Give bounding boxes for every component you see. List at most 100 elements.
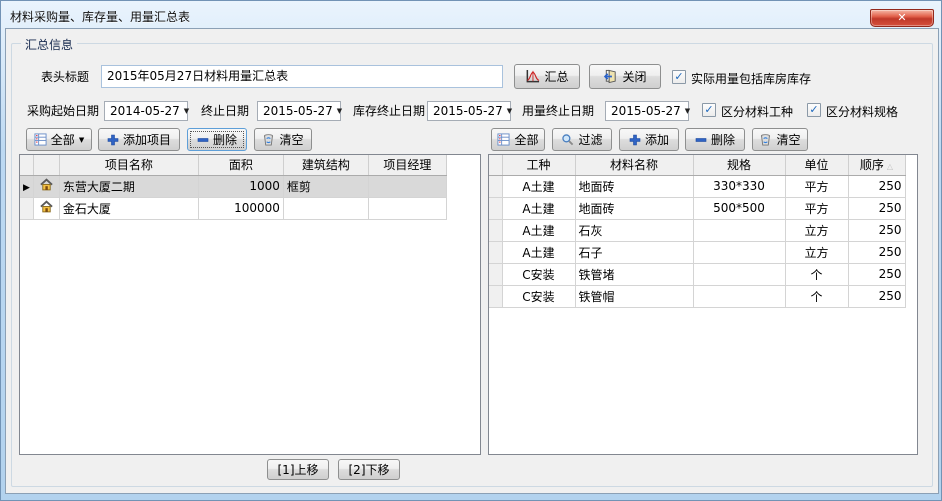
summarize-button[interactable]: 汇总 [514,64,580,89]
cell-unit[interactable]: 个 [785,285,848,307]
grid-icon [34,133,47,146]
column-header-order[interactable]: 顺序△ [848,155,905,175]
cell-order[interactable]: 250 [848,263,905,285]
add-project-label: 添加项目 [123,131,171,148]
column-header-structure[interactable]: 建筑结构 [283,155,368,175]
clear-materials-button[interactable]: 清空 [752,128,808,151]
materials-all-label: 全部 [514,131,538,148]
cell-material-name[interactable]: 铁管堵 [575,263,693,285]
stock-end-value: 2015-05-27 [433,104,503,118]
stock-end-combobox[interactable]: 2015-05-27 ▼ [427,101,511,121]
close-icon: ✕ [897,11,906,24]
column-header-material-name[interactable]: 材料名称 [575,155,693,175]
cell-order[interactable]: 250 [848,285,905,307]
header-title-input[interactable]: 2015年05月27日材料用量汇总表 [101,65,503,88]
add-material-button[interactable]: 添加 [619,128,679,151]
cell-spec[interactable] [693,241,785,263]
cell-spec[interactable] [693,285,785,307]
material-row[interactable]: A土建 地面砖 330*330 平方 250 [489,175,905,197]
stock-end-label: 库存终止日期 [353,101,425,121]
material-row[interactable]: A土建 地面砖 500*500 平方 250 [489,197,905,219]
column-header-area[interactable]: 面积 [198,155,283,175]
cell-order[interactable]: 250 [848,241,905,263]
summarize-button-label: 汇总 [544,68,568,85]
material-row[interactable]: C安装 铁管堵 个 250 [489,263,905,285]
cell-manager[interactable] [368,175,446,197]
cell-order[interactable]: 250 [848,219,905,241]
plus-icon [107,134,119,146]
column-header-worktype[interactable]: 工种 [502,155,575,175]
cell-worktype[interactable]: C安装 [502,285,575,307]
column-header-project-name[interactable]: 项目名称 [59,155,198,175]
check-icon: ✓ [704,103,713,116]
plus-icon [629,134,641,146]
materials-grid[interactable]: 工种 材料名称 规格 单位 顺序△ A土建 地面砖 330*330 平方 250 [488,154,918,455]
sort-asc-icon: △ [887,162,893,171]
move-down-button[interactable]: [2]下移 [338,459,400,480]
column-header-spec[interactable]: 规格 [693,155,785,175]
projects-grid[interactable]: 项目名称 面积 建筑结构 项目经理 ▶ 东营大厦二期 1000 框剪 [19,154,481,455]
cell-worktype[interactable]: A土建 [502,197,575,219]
cell-material-name[interactable]: 地面砖 [575,197,693,219]
include-warehouse-checkbox[interactable]: ✓ [672,70,686,84]
project-row[interactable]: ▶ 东营大厦二期 1000 框剪 [20,175,446,197]
filter-button[interactable]: 过滤 [552,128,612,151]
distinguish-worktype-checkbox[interactable]: ✓ [702,103,716,117]
chevron-down-icon: ▼ [507,107,512,115]
cell-structure[interactable]: 框剪 [283,175,368,197]
cell-unit[interactable]: 个 [785,263,848,285]
materials-all-button[interactable]: 全部 [491,128,545,151]
material-row[interactable]: A土建 石子 立方 250 [489,241,905,263]
column-header-unit[interactable]: 单位 [785,155,848,175]
cell-unit[interactable]: 立方 [785,219,848,241]
cell-spec[interactable]: 500*500 [693,197,785,219]
material-row[interactable]: A土建 石灰 立方 250 [489,219,905,241]
cell-area[interactable]: 100000 [198,197,283,219]
recycle-bin-icon [759,133,772,146]
cell-order[interactable]: 250 [848,197,905,219]
cell-worktype[interactable]: A土建 [502,175,575,197]
purchase-end-combobox[interactable]: 2015-05-27 ▼ [257,101,341,121]
cell-manager[interactable] [368,197,446,219]
cell-material-name[interactable]: 地面砖 [575,175,693,197]
cell-spec[interactable] [693,219,785,241]
cell-material-name[interactable]: 石子 [575,241,693,263]
cell-material-name[interactable]: 铁管帽 [575,285,693,307]
cell-spec[interactable] [693,263,785,285]
project-row[interactable]: 金石大厦 100000 [20,197,446,219]
cell-project-name[interactable]: 东营大厦二期 [59,175,198,197]
material-row[interactable]: C安装 铁管帽 个 250 [489,285,905,307]
summary-groupbox-label: 汇总信息 [21,36,77,53]
move-up-button[interactable]: [1]上移 [267,459,329,480]
close-dialog-button[interactable]: 关闭 [589,64,661,89]
cell-area[interactable]: 1000 [198,175,283,197]
cell-unit[interactable]: 平方 [785,197,848,219]
add-project-button[interactable]: 添加项目 [98,128,180,151]
materials-grid-header-row: 工种 材料名称 规格 单位 顺序△ [489,155,905,175]
chart-icon [525,69,540,84]
cell-unit[interactable]: 平方 [785,175,848,197]
delete-material-button[interactable]: 删除 [685,128,745,151]
clear-projects-button[interactable]: 清空 [254,128,312,151]
usage-end-value: 2015-05-27 [611,104,681,118]
column-header-manager[interactable]: 项目经理 [368,155,446,175]
cell-spec[interactable]: 330*330 [693,175,785,197]
projects-all-button[interactable]: 全部 ▼ [26,128,92,151]
house-icon [40,178,53,191]
cell-unit[interactable]: 立方 [785,241,848,263]
distinguish-spec-checkbox[interactable]: ✓ [807,103,821,117]
cell-worktype[interactable]: C安装 [502,263,575,285]
usage-end-combobox[interactable]: 2015-05-27 ▼ [605,101,689,121]
cell-structure[interactable] [283,197,368,219]
cell-order[interactable]: 250 [848,175,905,197]
cell-material-name[interactable]: 石灰 [575,219,693,241]
delete-material-label: 删除 [711,131,735,148]
window-close-button[interactable]: ✕ [870,9,934,27]
projects-grid-header-row: 项目名称 面积 建筑结构 项目经理 [20,155,446,175]
cell-worktype[interactable]: A土建 [502,241,575,263]
cell-worktype[interactable]: A土建 [502,219,575,241]
cell-project-name[interactable]: 金石大厦 [59,197,198,219]
purchase-start-combobox[interactable]: 2014-05-27 ▼ [104,101,188,121]
delete-project-button[interactable]: 删除 [187,128,247,151]
delete-project-label: 删除 [213,131,237,148]
